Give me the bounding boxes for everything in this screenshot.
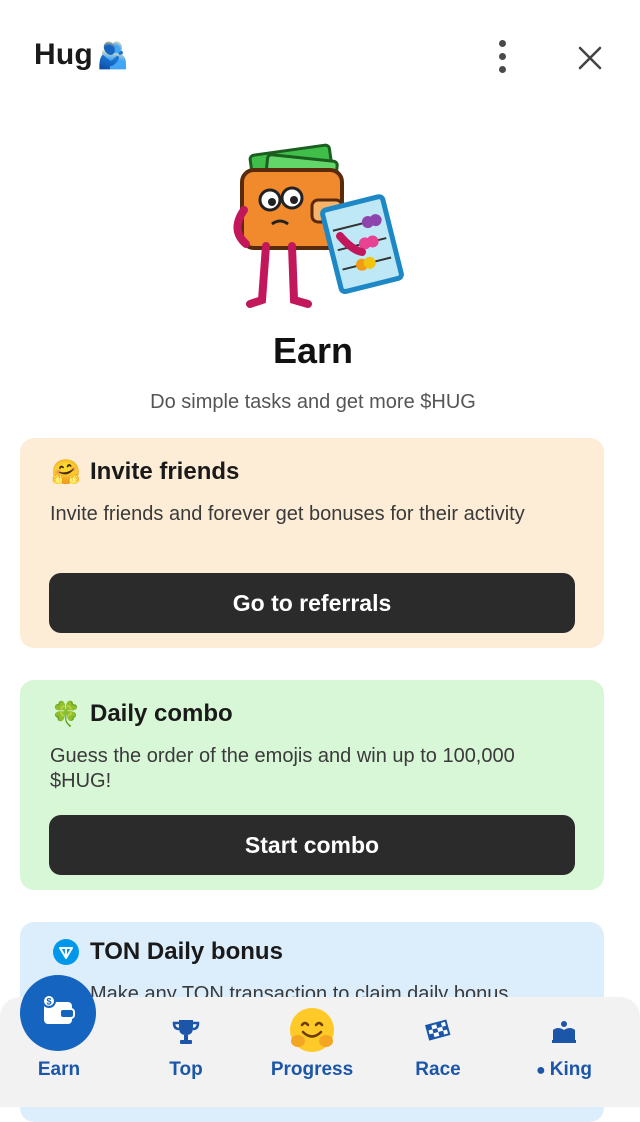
people-hugging-icon: 🫂 [96,40,130,70]
go-to-referrals-button[interactable]: Go to referrals [49,573,575,633]
crown-icon [544,1011,584,1051]
nav-item-earn[interactable]: $ Earn [0,975,123,1107]
card-description: Guess the order of the emojis and win up… [50,745,515,792]
nav-item-race[interactable]: Race [374,997,502,1107]
card-title-text: TON Daily bonus [90,938,283,965]
hero-wallet-illustration [222,140,412,320]
page-subtitle: Do simple tasks and get more $HUG [150,391,476,413]
nav-label: Earn [37,1059,81,1080]
card-title: 🤗 Invite friends [51,458,240,486]
hugging-face-icon [287,1005,337,1055]
checkered-flag-icon [418,1011,458,1051]
card-title: TON Daily bonus [52,938,283,966]
nav-item-top[interactable]: Top [122,997,250,1107]
trophy-icon [166,1011,206,1051]
page-title: Earn [272,330,354,371]
card-title-text: Daily combo [90,700,233,727]
card-title-text: Invite friends [90,458,240,485]
bottom-navigation: $ Earn Top Progress Race ● King [0,975,640,1107]
notification-dot: ● [536,1062,546,1079]
app-title-text: Hug [34,38,93,71]
more-options-icon[interactable] [486,40,518,73]
nav-label: Top [169,1059,203,1080]
header: Hug 🫂 [0,0,640,112]
nav-item-progress[interactable]: Progress [248,997,376,1107]
nav-label: Race [415,1059,461,1080]
daily-combo-card: 🍀 Daily combo Guess the order of the emo… [20,680,604,890]
invite-friends-card: 🤗 Invite friends Invite friends and fore… [20,438,604,648]
close-icon[interactable] [572,40,608,76]
app-title: Hug 🫂 [34,38,130,72]
nav-item-king[interactable]: ● King [500,997,628,1107]
card-title: 🍀 Daily combo [51,700,233,728]
hugging-face-icon: 🤗 [51,458,81,486]
wallet-icon: $ [20,975,96,1051]
ton-icon [52,938,80,966]
nav-label: Progress [270,1059,354,1080]
nav-label-text: King [549,1059,592,1080]
svg-text:$: $ [46,997,51,1007]
four-leaf-clover-icon: 🍀 [51,700,81,728]
nav-label: ● King [500,1059,628,1081]
card-description: Invite friends and forever get bonuses f… [50,503,525,525]
start-combo-button[interactable]: Start combo [49,815,575,875]
